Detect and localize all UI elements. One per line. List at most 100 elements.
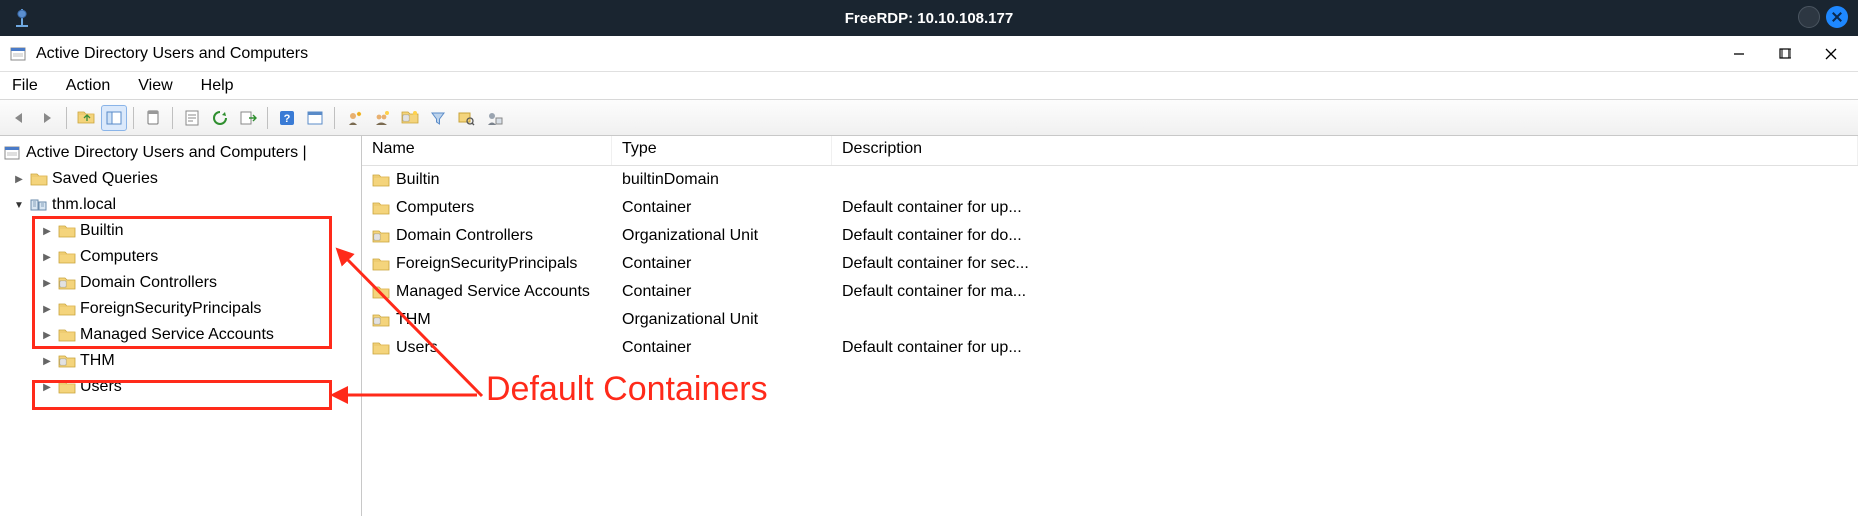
- item-name: THM: [396, 311, 431, 329]
- list-item[interactable]: THM Organizational Unit: [362, 306, 1858, 334]
- collapse-icon[interactable]: ▼: [12, 198, 26, 212]
- help-button[interactable]: ?: [274, 105, 300, 131]
- forward-button[interactable]: [34, 105, 60, 131]
- expand-icon[interactable]: ▶: [40, 354, 54, 368]
- tree-label: Domain Controllers: [80, 274, 217, 292]
- item-description: Default container for do...: [832, 225, 1858, 247]
- list-body: Builtin builtinDomain ComputersContainerDe…: [362, 166, 1858, 362]
- maximize-button[interactable]: [1762, 39, 1808, 69]
- tree-label: Managed Service Accounts: [80, 326, 274, 344]
- main-area: Active Directory Users and Computers | ▶…: [0, 136, 1858, 516]
- menu-file[interactable]: File: [8, 75, 42, 97]
- tree-label: Users: [80, 378, 122, 396]
- folder-icon: [58, 223, 76, 239]
- folder-icon: [372, 172, 390, 188]
- tree-domain-controllers[interactable]: ▶ Domain Controllers: [2, 270, 359, 296]
- tree-label: ForeignSecurityPrincipals: [80, 300, 261, 318]
- item-description: Default container for ma...: [832, 281, 1858, 303]
- folder-icon: [30, 171, 48, 187]
- item-name: ForeignSecurityPrincipals: [396, 255, 577, 273]
- column-name[interactable]: Name: [362, 136, 612, 165]
- column-type[interactable]: Type: [612, 136, 832, 165]
- item-type: builtinDomain: [612, 169, 832, 191]
- export-list-button[interactable]: [235, 105, 261, 131]
- item-description: Default container for up...: [832, 337, 1858, 359]
- outer-minimize-button[interactable]: [1798, 6, 1820, 28]
- item-description: Default container for up...: [832, 197, 1858, 219]
- close-button[interactable]: [1808, 39, 1854, 69]
- tree-users[interactable]: ▶ Users: [2, 374, 359, 400]
- folder-icon: [58, 249, 76, 265]
- item-type: Organizational Unit: [612, 309, 832, 331]
- window-title: Active Directory Users and Computers: [36, 45, 308, 63]
- expand-icon[interactable]: ▶: [12, 172, 26, 186]
- item-type: Container: [612, 253, 832, 275]
- mmc-icon: [4, 145, 22, 161]
- outer-title: FreeRDP: 10.10.108.177: [845, 10, 1013, 27]
- item-type: Container: [612, 197, 832, 219]
- filter-button[interactable]: [425, 105, 451, 131]
- menu-action[interactable]: Action: [62, 75, 114, 97]
- tree-label: Computers: [80, 248, 158, 266]
- ou-icon: [372, 312, 390, 328]
- menu-help[interactable]: Help: [197, 75, 238, 97]
- add-to-group-button[interactable]: [481, 105, 507, 131]
- item-description: Default container for sec...: [832, 253, 1858, 275]
- ou-icon: [372, 228, 390, 244]
- window-titlebar: Active Directory Users and Computers: [0, 36, 1858, 72]
- outer-close-button[interactable]: [1826, 6, 1848, 28]
- list-header: Name Type Description: [362, 136, 1858, 166]
- tree-pane: Active Directory Users and Computers | ▶…: [0, 136, 362, 516]
- properties-button[interactable]: [179, 105, 205, 131]
- list-item[interactable]: ComputersContainerDefault container for …: [362, 194, 1858, 222]
- find-button[interactable]: [302, 105, 328, 131]
- tree-fsp[interactable]: ▶ ForeignSecurityPrincipals: [2, 296, 359, 322]
- new-ou-button[interactable]: [397, 105, 423, 131]
- menu-view[interactable]: View: [134, 75, 176, 97]
- expand-icon[interactable]: ▶: [40, 302, 54, 316]
- expand-icon[interactable]: ▶: [40, 328, 54, 342]
- item-name: Managed Service Accounts: [396, 283, 590, 301]
- ou-icon: [58, 275, 76, 291]
- expand-icon[interactable]: ▶: [40, 276, 54, 290]
- item-type: Container: [612, 337, 832, 359]
- cut-button[interactable]: [140, 105, 166, 131]
- app-icon: [10, 6, 34, 30]
- expand-icon[interactable]: ▶: [40, 250, 54, 264]
- back-button[interactable]: [6, 105, 32, 131]
- list-item[interactable]: Builtin builtinDomain: [362, 166, 1858, 194]
- item-name: Builtin: [396, 171, 440, 189]
- folder-icon: [372, 256, 390, 272]
- folder-icon: [372, 284, 390, 300]
- show-hide-tree-button[interactable]: [101, 105, 127, 131]
- column-description[interactable]: Description: [832, 136, 1858, 165]
- item-type: Container: [612, 281, 832, 303]
- new-group-button[interactable]: [369, 105, 395, 131]
- tree-msa[interactable]: ▶ Managed Service Accounts: [2, 322, 359, 348]
- item-description: [832, 318, 1858, 322]
- list-item[interactable]: Domain ControllersOrganizational UnitDef…: [362, 222, 1858, 250]
- up-level-button[interactable]: [73, 105, 99, 131]
- tree-thm[interactable]: ▶ THM: [2, 348, 359, 374]
- tree-root[interactable]: Active Directory Users and Computers |: [2, 140, 359, 166]
- ou-icon: [58, 353, 76, 369]
- refresh-button[interactable]: [207, 105, 233, 131]
- new-user-button[interactable]: [341, 105, 367, 131]
- expand-icon[interactable]: ▶: [40, 224, 54, 238]
- list-item[interactable]: UsersContainerDefault container for up..…: [362, 334, 1858, 362]
- svg-text:?: ?: [284, 113, 291, 125]
- tree-saved-queries[interactable]: ▶ Saved Queries: [2, 166, 359, 192]
- outer-titlebar: FreeRDP: 10.10.108.177: [0, 0, 1858, 36]
- minimize-button[interactable]: [1716, 39, 1762, 69]
- item-type: Organizational Unit: [612, 225, 832, 247]
- tree-builtin[interactable]: ▶ Builtin: [2, 218, 359, 244]
- tree-domain[interactable]: ▼ thm.local: [2, 192, 359, 218]
- folder-icon: [372, 200, 390, 216]
- search-button[interactable]: [453, 105, 479, 131]
- tree-computers[interactable]: ▶ Computers: [2, 244, 359, 270]
- tree-label: THM: [80, 352, 115, 370]
- list-item[interactable]: Managed Service Accounts ContainerDefault…: [362, 278, 1858, 306]
- item-description: [832, 178, 1858, 182]
- expand-icon[interactable]: ▶: [40, 380, 54, 394]
- list-item[interactable]: ForeignSecurityPrincipals ContainerDefaul…: [362, 250, 1858, 278]
